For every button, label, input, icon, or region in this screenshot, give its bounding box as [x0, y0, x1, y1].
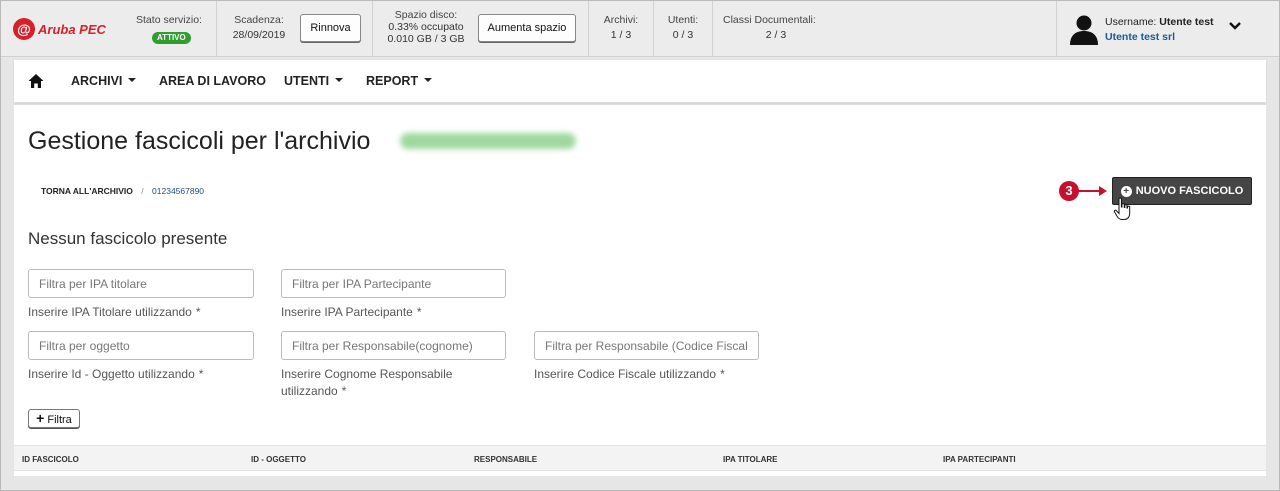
- required-marker: *: [341, 384, 347, 398]
- required-marker: *: [416, 305, 422, 319]
- nav-utenti-label: UTENTI: [284, 74, 330, 88]
- filter-oggetto-hint: Inserire Id - Oggetto utilizzando *: [28, 366, 203, 383]
- required-marker: *: [195, 305, 201, 319]
- disk-space-used: 0.33% occupato: [388, 21, 464, 33]
- breadcrumb-back-link[interactable]: TORNA ALL'ARCHIVIO: [41, 186, 133, 196]
- column-header-responsabile[interactable]: RESPONSABILE: [474, 455, 537, 464]
- nav-area-di-lavoro[interactable]: AREA DI LAVORO: [159, 74, 266, 88]
- logo-text: Aruba PEC: [38, 21, 106, 37]
- nav-archivi[interactable]: ARCHIVI: [71, 74, 137, 88]
- hint-text: Inserire Id - Oggetto utilizzando: [28, 367, 195, 381]
- filter-responsabile-cf-input[interactable]: [534, 331, 759, 360]
- users-count: 0 / 3: [672, 29, 694, 41]
- new-dossier-label: NUOVO FASCICOLO: [1135, 185, 1244, 197]
- disk-space-values: 0.010 GB / 3 GB: [387, 33, 465, 45]
- filter-ipa-partecipante-input[interactable]: [281, 269, 506, 298]
- new-dossier-button[interactable]: + NUOVO FASCICOLO: [1112, 177, 1252, 205]
- hint-text-line2: utilizzando: [281, 384, 338, 398]
- blurred-archive-id: [396, 127, 586, 157]
- nav-report[interactable]: REPORT: [366, 74, 433, 88]
- empty-state-message: Nessun fascicolo presente: [28, 229, 228, 248]
- column-header-id-fascicolo[interactable]: ID FASCICOLO: [22, 455, 79, 464]
- page-title: Gestione fascicoli per l'archivio: [28, 127, 371, 155]
- step-marker: 3: [1059, 181, 1079, 201]
- users-label: Utenti:: [667, 14, 699, 26]
- hand-pointer-icon: [1113, 197, 1131, 220]
- doc-classes-label: Classi Documentali:: [723, 14, 816, 26]
- column-header-id-oggetto[interactable]: ID - OGGETTO: [251, 455, 306, 464]
- expiry-date: 28/09/2019: [232, 29, 286, 41]
- service-status-label: Stato servizio:: [136, 14, 202, 26]
- filter-ipa-partecipante-hint: Inserire IPA Partecipante *: [281, 304, 422, 321]
- required-marker: *: [720, 367, 725, 381]
- divider: [712, 1, 713, 57]
- status-bar: @ Aruba PEC Stato servizio: ATTIVO Scade…: [1, 1, 1279, 57]
- archives-count: 1 / 3: [610, 29, 632, 41]
- aruba-pec-logo[interactable]: @ Aruba PEC: [13, 17, 106, 41]
- required-marker: *: [198, 367, 204, 381]
- filter-oggetto-input[interactable]: [28, 331, 254, 360]
- hint-text: Inserire Codice Fiscale utilizzando: [534, 367, 717, 381]
- divider: [1056, 1, 1057, 57]
- chevron-down-icon[interactable]: [1228, 19, 1242, 33]
- service-status-badge: ATTIVO: [152, 32, 191, 44]
- user-company[interactable]: Utente test srl: [1105, 31, 1175, 43]
- caret-down-icon: [424, 77, 433, 82]
- filter-responsabile-cognome-input[interactable]: [281, 331, 506, 360]
- breadcrumb: TORNA ALL'ARCHIVIO / 01234567890: [41, 186, 204, 196]
- column-header-ipa-titolare[interactable]: IPA TITOLARE: [723, 455, 778, 464]
- nav-area-di-lavoro-label: AREA DI LAVORO: [159, 74, 266, 88]
- nav-archivi-label: ARCHIVI: [71, 74, 123, 88]
- home-icon[interactable]: [28, 73, 44, 89]
- main-content: Gestione fascicoli per l'archivio TORNA …: [14, 105, 1266, 476]
- filter-button[interactable]: + Filtra: [28, 409, 80, 428]
- logo-mark: @: [13, 18, 35, 40]
- plus-icon: +: [36, 410, 45, 426]
- nav-utenti[interactable]: UTENTI: [284, 74, 344, 88]
- expiry-label: Scadenza:: [234, 14, 284, 26]
- nav-report-label: REPORT: [366, 74, 419, 88]
- renew-button[interactable]: Rinnova: [300, 14, 361, 42]
- plus-circle-icon: +: [1120, 186, 1132, 197]
- caret-down-icon: [128, 77, 137, 82]
- increase-space-button[interactable]: Aumenta spazio: [478, 14, 576, 42]
- filter-ipa-titolare-input[interactable]: [28, 269, 254, 298]
- username: Username: Utente test: [1105, 16, 1214, 28]
- divider: [653, 1, 654, 57]
- step-marker-arrowhead: [1099, 186, 1107, 196]
- filter-ipa-titolare-hint: Inserire IPA Titolare utilizzando *: [28, 304, 201, 321]
- main-navigation: ARCHIVI AREA DI LAVORO UTENTI REPORT: [14, 60, 1266, 103]
- doc-classes-count: 2 / 3: [765, 29, 787, 41]
- user-silhouette-icon: [1070, 15, 1098, 45]
- divider: [216, 1, 217, 57]
- filter-responsabile-cf-hint: Inserire Codice Fiscale utilizzando *: [534, 366, 725, 383]
- disk-space-label: Spazio disco:: [394, 9, 458, 21]
- dossier-table-header: ID FASCICOLO ID - OGGETTO RESPONSABILE I…: [14, 445, 1266, 471]
- username-value: Utente test: [1159, 16, 1214, 28]
- archives-label: Archivi:: [603, 14, 639, 26]
- filter-responsabile-cognome-hint: Inserire Cognome Responsabile utilizzand…: [281, 366, 452, 400]
- divider: [588, 1, 589, 57]
- hint-text: Inserire IPA Titolare utilizzando: [28, 305, 192, 319]
- divider: [372, 1, 373, 57]
- step-marker-arrow-line: [1078, 190, 1100, 192]
- breadcrumb-current[interactable]: 01234567890: [152, 186, 204, 196]
- caret-down-icon: [335, 77, 344, 82]
- hint-text: Inserire IPA Partecipante: [281, 305, 413, 319]
- breadcrumb-separator: /: [141, 186, 144, 196]
- username-label: Username:: [1105, 16, 1157, 28]
- column-header-ipa-partecipanti[interactable]: IPA PARTECIPANTI: [943, 455, 1016, 464]
- filter-button-label: Filtra: [47, 414, 72, 426]
- hint-text-line1: Inserire Cognome Responsabile: [281, 367, 453, 381]
